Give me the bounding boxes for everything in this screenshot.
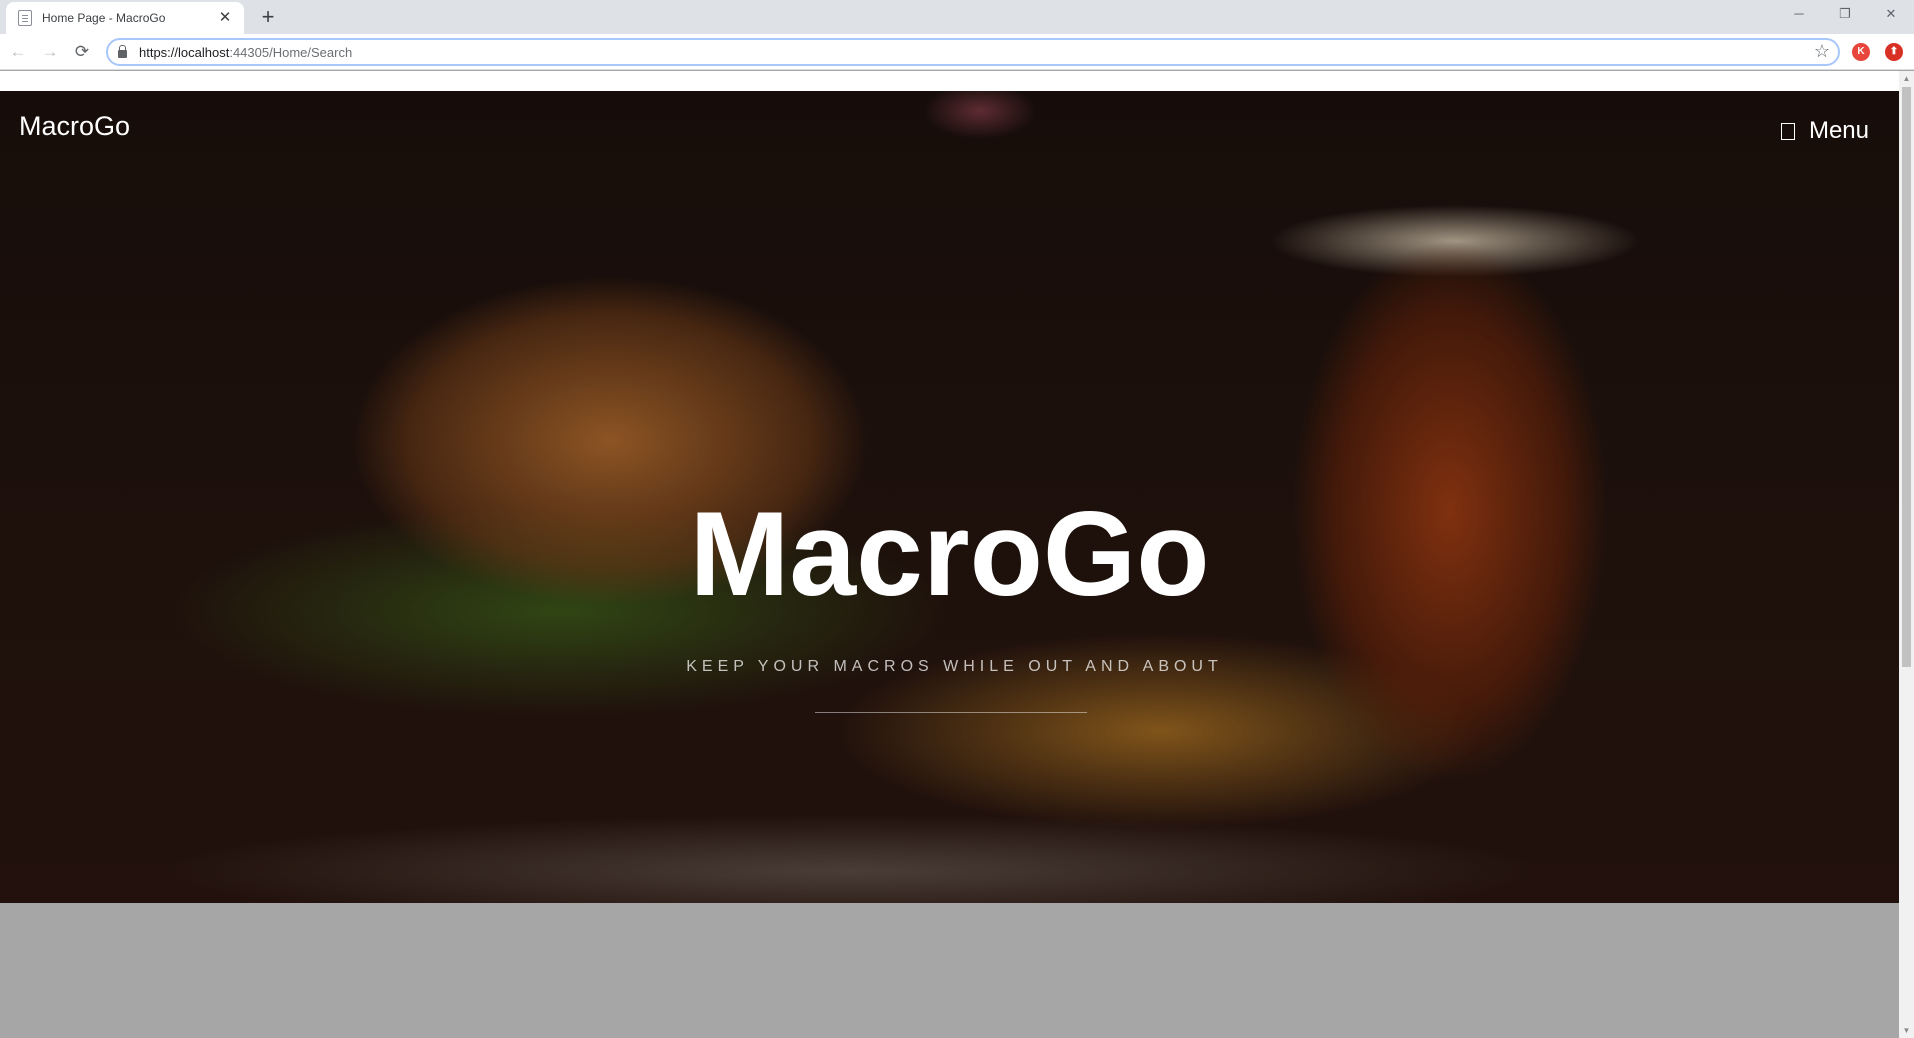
scroll-thumb[interactable] — [1902, 87, 1911, 667]
profile-avatar[interactable]: K — [1852, 43, 1870, 61]
back-button[interactable]: ← — [6, 40, 30, 64]
star-icon[interactable]: ☆ — [1814, 41, 1830, 62]
restore-button[interactable]: ❐ — [1822, 0, 1868, 30]
extension-icon[interactable]: ⬆ — [1885, 43, 1903, 61]
hero-subtitle: KEEP YOUR MACROS WHILE OUT AND ABOUT — [686, 658, 1223, 675]
page-viewport: MacroGo Menu MacroGo KEEP YOUR MACROS WH… — [0, 71, 1899, 1038]
bars-icon — [1780, 122, 1795, 140]
lock-icon[interactable] — [118, 44, 127, 58]
page-favicon-icon — [18, 10, 32, 26]
hero-divider — [815, 712, 1087, 713]
hero-title: MacroGo — [689, 487, 1210, 621]
reload-button[interactable]: ⟳ — [70, 40, 94, 64]
new-tab-button[interactable]: + — [256, 6, 280, 30]
tab-title: Home Page - MacroGo — [42, 11, 166, 25]
scroll-down-arrow-icon[interactable]: ▼ — [1899, 1023, 1914, 1038]
menu-button[interactable]: Menu — [1780, 117, 1869, 145]
brand-link[interactable]: MacroGo — [19, 111, 130, 142]
top-strip — [0, 71, 1899, 91]
hero-section: MacroGo Menu MacroGo KEEP YOUR MACROS WH… — [0, 91, 1899, 903]
browser-toolbar: ← → ⟳ https://localhost:44305/Home/Searc… — [0, 34, 1914, 70]
window-close-button[interactable]: ✕ — [1868, 0, 1914, 30]
tab-close-icon[interactable]: ✕ — [216, 9, 234, 27]
page-scrollbar[interactable]: ▲ ▼ — [1899, 71, 1914, 1038]
forward-button[interactable]: → — [38, 40, 62, 64]
scroll-up-arrow-icon[interactable]: ▲ — [1899, 71, 1914, 86]
menu-label: Menu — [1808, 117, 1869, 144]
url-path: :44305/Home/Search — [229, 44, 353, 60]
address-bar[interactable]: https://localhost:44305/Home/Search ☆ — [106, 38, 1840, 66]
browser-tab-active[interactable]: Home Page - MacroGo ✕ — [6, 2, 244, 34]
tab-strip: Home Page - MacroGo ✕ + ─ ❐ ✕ — [0, 0, 1914, 34]
minimize-button[interactable]: ─ — [1776, 0, 1822, 30]
url-host: https://localhost — [139, 44, 230, 60]
